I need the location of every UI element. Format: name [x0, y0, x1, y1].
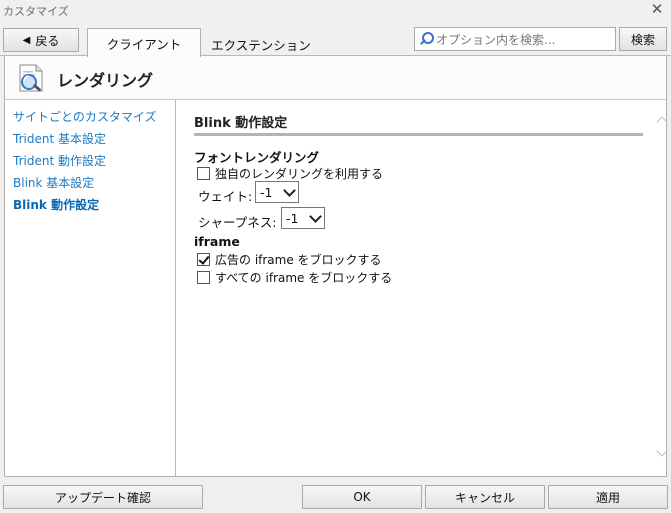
search-button[interactable]: 検索 — [619, 27, 667, 51]
page-title: レンダリング — [57, 71, 154, 90]
sidebar-item-site-customize[interactable]: サイトごとのカスタマイズ — [13, 108, 157, 125]
back-button-label: 戻る — [35, 33, 60, 48]
cancel-button[interactable]: キャンセル — [425, 485, 545, 509]
custom-rendering-option[interactable]: 独自のレンダリングを利用する — [197, 165, 383, 182]
close-icon[interactable]: ✕ — [649, 1, 665, 17]
toolbar: ◀ 戻る クライアント エクステンション オプション内を検索... 検索 — [0, 20, 671, 57]
tab-extension[interactable]: エクステンション — [201, 32, 321, 56]
font-rendering-heading: フォントレンダリング — [194, 150, 320, 165]
back-button[interactable]: ◀ 戻る — [3, 28, 79, 52]
settings-body: サイトごとのカスタマイズ Trident 基本設定 Trident 動作設定 B… — [4, 100, 667, 477]
sidebar-item-trident-behavior[interactable]: Trident 動作設定 — [13, 152, 106, 169]
weight-select[interactable]: -1 — [255, 181, 299, 203]
block-all-iframe-label: すべての iframe をブロックする — [215, 271, 393, 285]
weight-label: ウェイト: — [198, 189, 253, 204]
page-header: レンダリング — [4, 56, 667, 100]
apply-button[interactable]: 適用 — [548, 485, 668, 509]
ok-button[interactable]: OK — [302, 485, 422, 509]
title-bar: カスタマイズ ✕ — [0, 0, 671, 20]
scroll-down-icon[interactable] — [657, 448, 667, 458]
weight-value: -1 — [260, 184, 273, 200]
block-ad-iframe-option[interactable]: 広告の iframe をブロックする — [197, 251, 382, 268]
tab-client[interactable]: クライアント — [87, 28, 201, 57]
block-all-iframe-checkbox[interactable] — [197, 271, 210, 284]
sidebar: サイトごとのカスタマイズ Trident 基本設定 Trident 動作設定 B… — [5, 100, 176, 476]
sharpness-select[interactable]: -1 — [281, 207, 325, 229]
sidebar-item-blink-basic[interactable]: Blink 基本設定 — [13, 174, 94, 191]
section-divider — [194, 133, 643, 136]
sidebar-item-trident-basic[interactable]: Trident 基本設定 — [13, 130, 106, 147]
iframe-heading: iframe — [194, 234, 240, 249]
chevron-down-icon — [283, 184, 296, 197]
rendering-page-icon — [19, 64, 43, 92]
section-title: Blink 動作設定 — [194, 116, 288, 131]
chevron-down-icon — [309, 210, 322, 223]
block-ad-iframe-checkbox[interactable] — [197, 253, 210, 266]
check-update-button[interactable]: アップデート確認 — [3, 485, 203, 509]
settings-panel: Blink 動作設定 フォントレンダリング 独自のレンダリングを利用する ウェイ… — [177, 100, 667, 476]
block-all-iframe-option[interactable]: すべての iframe をブロックする — [197, 269, 392, 286]
sharpness-label: シャープネス: — [198, 215, 277, 230]
search-icon — [419, 32, 434, 46]
window-title: カスタマイズ — [3, 5, 69, 18]
block-ad-iframe-label: 広告の iframe をブロックする — [215, 253, 382, 267]
sidebar-item-blink-behavior[interactable]: Blink 動作設定 — [13, 196, 99, 213]
scroll-up-icon[interactable] — [657, 115, 667, 125]
back-arrow-icon: ◀ — [22, 34, 31, 46]
search-input[interactable]: オプション内を検索... — [414, 27, 616, 51]
sharpness-value: -1 — [286, 210, 299, 226]
custom-rendering-checkbox[interactable] — [197, 167, 210, 180]
custom-rendering-label: 独自のレンダリングを利用する — [215, 167, 384, 181]
search-placeholder: オプション内を検索... — [436, 32, 556, 47]
